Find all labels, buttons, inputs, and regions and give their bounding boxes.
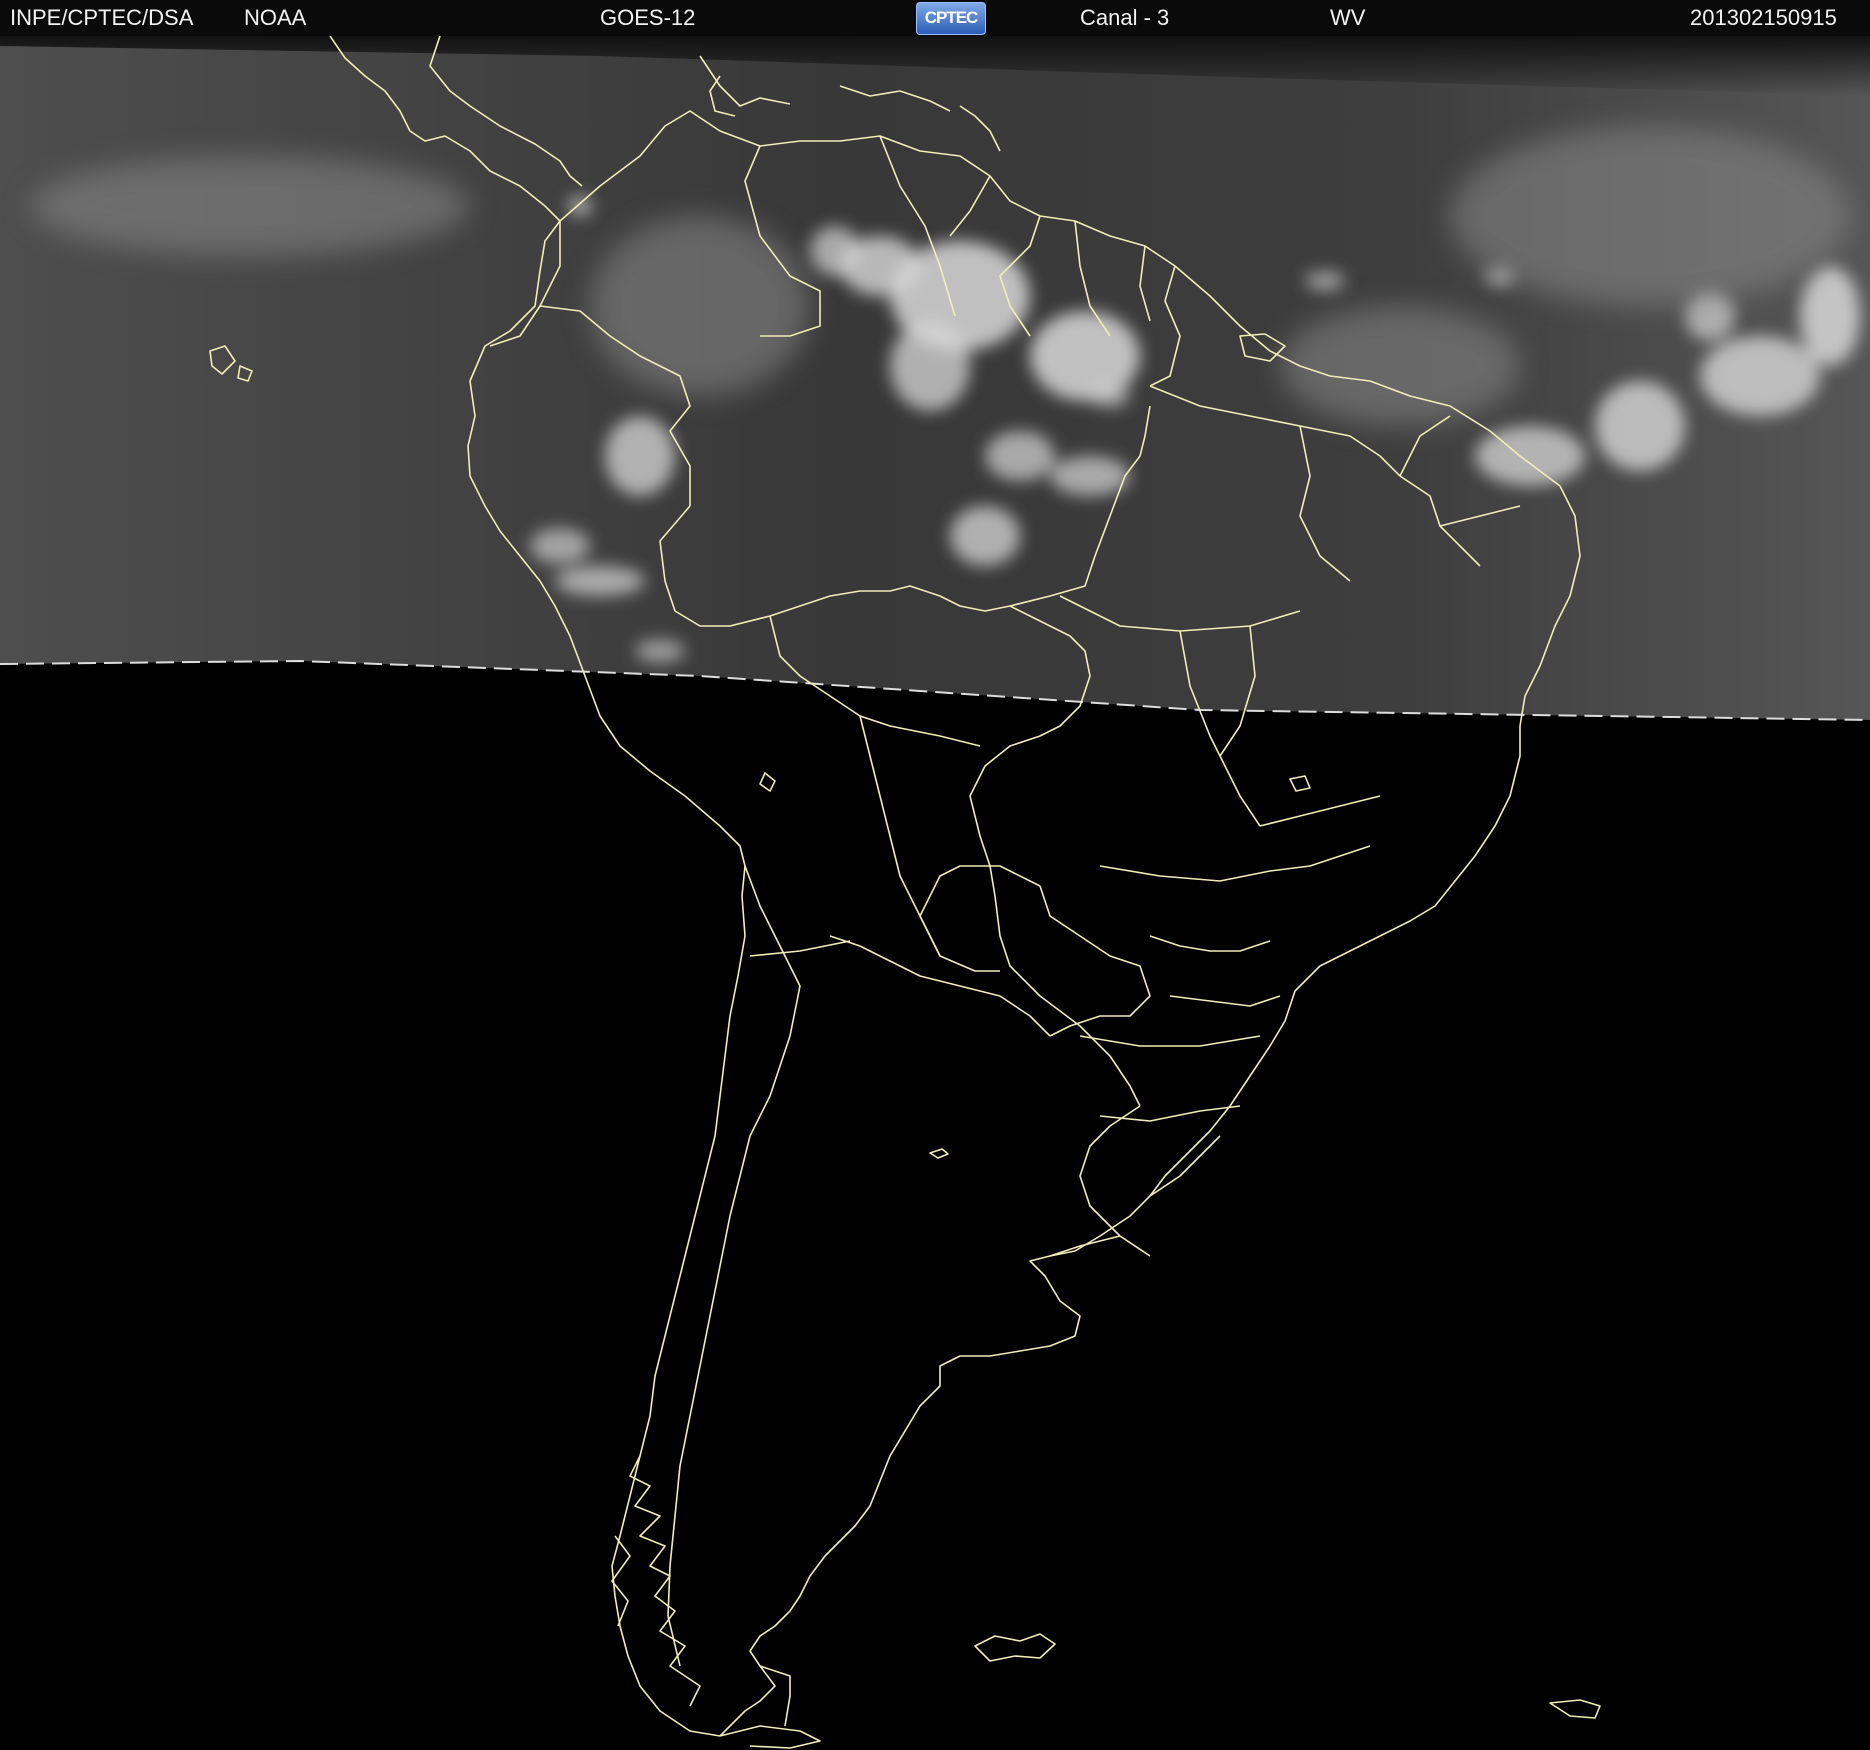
logo-text: CPTEC (924, 8, 979, 27)
satellite-map (0, 36, 1870, 1750)
source-label: NOAA (244, 5, 307, 30)
satellite-label: GOES-12 (600, 5, 696, 30)
image-header-bar: INPE/CPTEC/DSA NOAA GOES-12 CPTEC Canal … (0, 0, 1870, 37)
band-label: WV (1330, 5, 1366, 30)
agency-label: INPE/CPTEC/DSA (10, 5, 194, 30)
cptec-logo: CPTEC (916, 2, 986, 35)
timestamp-label: 201302150915 (1690, 5, 1837, 30)
channel-label: Canal - 3 (1080, 5, 1170, 30)
